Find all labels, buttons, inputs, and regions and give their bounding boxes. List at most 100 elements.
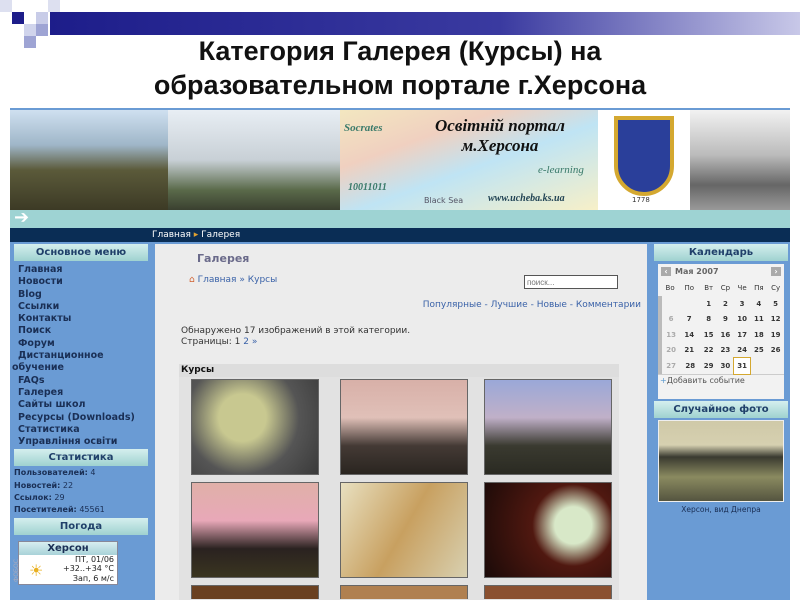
calendar-day[interactable]: 24 xyxy=(734,343,751,359)
gallery-thumbnail[interactable] xyxy=(484,482,612,578)
elearning-label: e-learning xyxy=(538,164,584,176)
calendar-day[interactable]: 20 xyxy=(657,342,681,358)
calendar-day[interactable]: 7 xyxy=(680,312,700,328)
page-2[interactable]: 2 xyxy=(243,337,249,347)
calendar-day[interactable]: 2 xyxy=(717,296,734,312)
calendar-grid: Во По Вт Ср Че Пя Су 1 2 3 4 5 6 7 8 9 10 11 12 13 14 15 16 17 1… xyxy=(657,279,784,375)
stat-links: Ссылок: 29 xyxy=(14,493,65,503)
page-1[interactable]: 1 xyxy=(235,337,241,347)
calendar-day[interactable]: 19 xyxy=(767,327,784,343)
calendar-day[interactable]: 23 xyxy=(717,343,734,359)
calendar-day[interactable]: 12 xyxy=(767,312,784,328)
pagination: Страницы: 1 2 » xyxy=(181,337,258,347)
menu-item-statistics[interactable]: Статистика xyxy=(12,424,150,436)
calendar-day[interactable]: 3 xyxy=(734,296,751,312)
weekday-label: Во xyxy=(665,283,675,292)
next-month-icon[interactable]: › xyxy=(771,267,781,276)
best-link[interactable]: Лучшие xyxy=(491,300,528,310)
gallery-thumbnail[interactable] xyxy=(484,585,612,599)
menu-item-news[interactable]: Новости xyxy=(12,276,150,288)
plus-icon: + xyxy=(660,375,667,385)
calendar-day[interactable]: 5 xyxy=(767,296,784,312)
home-icon: ⌂ xyxy=(189,275,195,285)
main-menu: Главная Новости Blog Ссылки Контакты Пои… xyxy=(12,261,150,449)
calendar-day[interactable]: 4 xyxy=(750,296,767,312)
gallery-thumbnail[interactable] xyxy=(484,379,612,475)
menu-item-home[interactable]: Главная xyxy=(12,264,150,276)
popular-link[interactable]: Популярные xyxy=(423,300,482,310)
prev-month-icon[interactable]: ‹ xyxy=(661,267,671,276)
gallery-thumbnail[interactable] xyxy=(340,379,468,475)
slide-title: Категория Галерея (Курсы) на образовател… xyxy=(0,34,800,102)
calendar-day[interactable]: 27 xyxy=(657,358,681,374)
socrates-label: Socrates xyxy=(344,122,383,134)
calendar-day[interactable]: 10 xyxy=(734,312,751,328)
calendar-empty xyxy=(767,358,784,374)
calendar-day[interactable]: 14 xyxy=(680,327,700,343)
calendar-day[interactable]: 9 xyxy=(717,312,734,328)
gallery-thumbnail[interactable] xyxy=(191,585,319,599)
add-event-link[interactable]: +Добавить событие xyxy=(658,373,784,387)
menu-item-links[interactable]: Ссылки xyxy=(12,301,150,313)
weekday-label: Пя xyxy=(754,283,764,292)
weekday-label: Су xyxy=(771,283,781,292)
banner-map: Socrates Освітній портал м.Херсона e-lear… xyxy=(340,110,598,210)
gallery-thumbnail[interactable] xyxy=(191,482,319,578)
random-photo[interactable] xyxy=(658,420,784,502)
menu-item-forum[interactable]: Форум xyxy=(12,338,150,350)
binary-label: 10011011 xyxy=(348,182,387,193)
arrow-right-icon[interactable]: ➔ xyxy=(14,207,29,228)
calendar-day[interactable]: 6 xyxy=(657,311,681,327)
search-input[interactable] xyxy=(524,275,618,289)
menu-item-blog[interactable]: Blog xyxy=(12,289,150,301)
menu-item-distance-learning-2[interactable]: обучение xyxy=(12,362,150,374)
calendar-month: Мая 2007 xyxy=(675,267,719,276)
banner-photo-city xyxy=(10,110,168,210)
calendar-day[interactable]: 30 xyxy=(717,358,734,374)
gallery-thumbnail[interactable] xyxy=(340,585,468,599)
menu-item-education-dept[interactable]: Управління освіти xyxy=(12,436,150,448)
calendar-day[interactable]: 26 xyxy=(767,343,784,359)
weather-widget[interactable]: Херсон ФОБОС ☀ ПТ, 01/06 +32..+34 °C Зап… xyxy=(13,540,118,585)
menu-item-search[interactable]: Поиск xyxy=(12,325,150,337)
calendar-day[interactable]: 18 xyxy=(750,327,767,343)
gallery-thumbnail[interactable] xyxy=(340,482,468,578)
calendar-day[interactable]: 22 xyxy=(700,343,717,359)
calendar-day[interactable]: 31 xyxy=(732,357,752,375)
breadcrumb-sep-icon: ▸ xyxy=(193,230,199,240)
calendar-day[interactable]: 21 xyxy=(680,343,700,359)
path-home-link[interactable]: Главная xyxy=(198,275,237,285)
calendar-empty xyxy=(680,296,700,312)
calendar-day[interactable]: 25 xyxy=(750,343,767,359)
calendar-day[interactable]: 13 xyxy=(657,327,681,343)
calendar-day[interactable]: 16 xyxy=(717,327,734,343)
stat-news: Новостей: 22 xyxy=(14,480,74,490)
menu-item-gallery[interactable]: Галерея xyxy=(12,387,150,399)
next-page-link[interactable]: » xyxy=(252,337,258,347)
menu-item-school-sites[interactable]: Сайты школ xyxy=(12,399,150,411)
calendar-day[interactable]: 11 xyxy=(750,312,767,328)
gallery-thumbnail[interactable] xyxy=(191,379,319,475)
path-current-link[interactable]: Курсы xyxy=(248,275,277,285)
new-link[interactable]: Новые xyxy=(537,300,567,310)
stat-visitors: Посетителей: 45561 xyxy=(14,505,105,515)
calendar-empty xyxy=(750,358,767,374)
random-photo-title: Случайное фото xyxy=(654,401,788,418)
gallery-grid: Курсы xyxy=(179,364,619,600)
menu-item-contacts[interactable]: Контакты xyxy=(12,313,150,325)
calendar-day[interactable]: 17 xyxy=(734,327,751,343)
weekday-label: Че xyxy=(737,283,747,292)
calendar-day[interactable]: 8 xyxy=(700,312,717,328)
calendar-day[interactable]: 29 xyxy=(700,358,717,374)
banner-emblem: 1778 xyxy=(598,110,690,210)
menu-item-distance-learning[interactable]: Дистанционное xyxy=(12,350,150,362)
stats-title: Статистика xyxy=(14,449,148,467)
calendar-day[interactable]: 1 xyxy=(700,296,717,312)
comments-link[interactable]: Комментарии xyxy=(576,300,641,310)
main-menu-title: Основное меню xyxy=(14,244,148,261)
calendar-day[interactable]: 28 xyxy=(680,358,700,374)
menu-item-faqs[interactable]: FAQs xyxy=(12,375,150,387)
menu-item-downloads[interactable]: Ресурсы (Downloads) xyxy=(12,412,150,424)
calendar-day[interactable]: 15 xyxy=(700,327,717,343)
breadcrumb-home[interactable]: Главная xyxy=(152,230,191,240)
